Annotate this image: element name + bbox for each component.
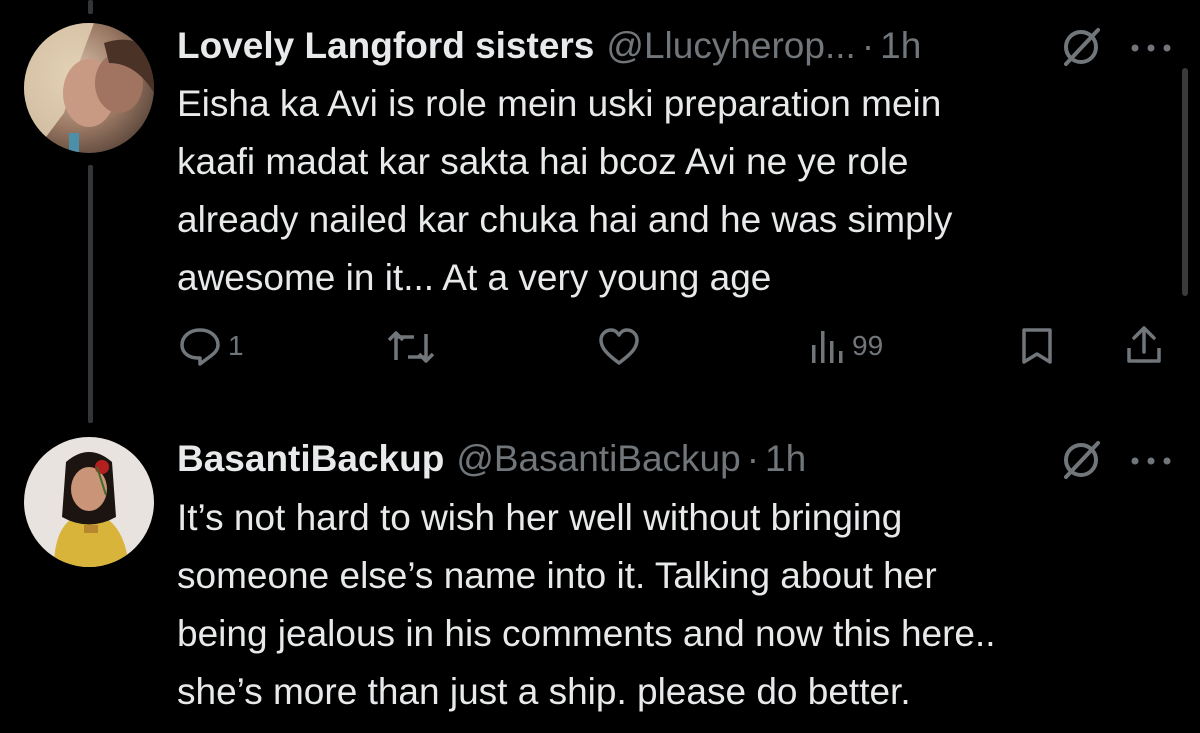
tweet-header: Lovely Langford sisters @Llucyherop... ·… [177, 22, 921, 70]
views-button[interactable]: 99 [808, 327, 883, 365]
tweet-header: BasantiBackup @BasantiBackup · 1h [177, 435, 806, 483]
thread-line-top [88, 0, 93, 14]
more-options-icon[interactable] [1128, 38, 1174, 58]
user-handle[interactable]: @BasantiBackup [456, 438, 740, 480]
separator-dot: · [861, 25, 875, 66]
separator-dot: · [746, 438, 760, 479]
tweet-text: It’s not hard to wish her well without b… [177, 489, 1177, 721]
retweet-button[interactable] [386, 328, 436, 366]
views-icon [812, 331, 843, 363]
tweet-text-line: awesome in it... At a very young age [177, 257, 772, 298]
tweet-text-line: kaafi madat kar sakta hai bcoz Avi ne ye… [177, 141, 909, 182]
reply-icon [180, 328, 220, 366]
tweet-text-line: Eisha ka Avi is role mein uski preparati… [177, 83, 942, 124]
timestamp[interactable]: 1h [765, 438, 806, 480]
heart-icon [599, 328, 639, 365]
tweet-text-line: It’s not hard to wish her well without b… [177, 497, 903, 538]
share-button[interactable] [1124, 324, 1164, 366]
thread-line-connector [88, 165, 93, 423]
user-handle[interactable]: @Llucyherop... [606, 25, 855, 67]
bookmark-button[interactable] [1017, 326, 1057, 366]
grok-icon[interactable] [1058, 437, 1104, 483]
avatar[interactable] [24, 437, 154, 567]
timestamp[interactable]: 1h [880, 25, 921, 67]
tweet-text-line: she’s more than just a ship. please do b… [177, 671, 911, 712]
share-icon [1127, 326, 1161, 363]
tweet-text-line: already nailed kar chuka hai and he was … [177, 199, 953, 240]
tweet-text-line: being jealous in his comments and now th… [177, 613, 996, 654]
reply-button[interactable]: 1 [178, 326, 244, 366]
more-options-icon[interactable] [1128, 451, 1174, 471]
scrollbar[interactable] [1182, 68, 1188, 296]
like-button[interactable] [597, 327, 641, 367]
tweet-text: Eisha ka Avi is role mein uski preparati… [177, 75, 1177, 307]
views-count: 99 [852, 330, 884, 361]
display-name[interactable]: BasantiBackup [177, 438, 444, 480]
tweet-text-line: someone else’s name into it. Talking abo… [177, 555, 937, 596]
bookmark-icon [1022, 328, 1052, 364]
retweet-icon [387, 331, 435, 363]
avatar[interactable] [24, 23, 154, 153]
reply-count: 1 [228, 330, 244, 361]
display-name[interactable]: Lovely Langford sisters [177, 25, 594, 67]
grok-icon[interactable] [1058, 24, 1104, 70]
